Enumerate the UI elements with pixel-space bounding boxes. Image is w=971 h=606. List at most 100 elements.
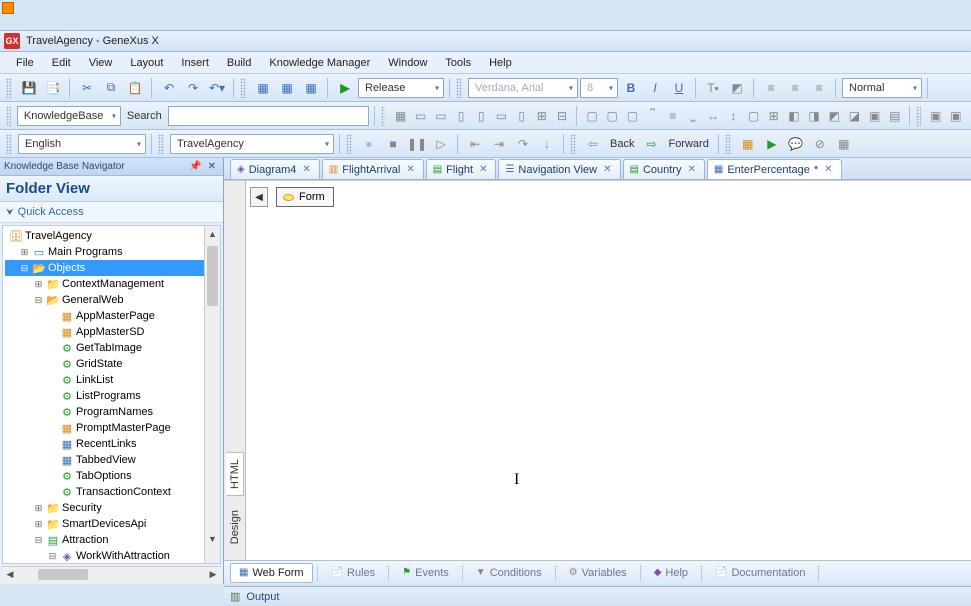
delete-col-icon[interactable]: ▯ [513, 105, 531, 127]
cut-button[interactable]: ✂ [76, 77, 98, 99]
tool-icon-1[interactable]: ▦ [737, 133, 759, 155]
layout-icon-2[interactable]: ◨ [805, 105, 823, 127]
font-family-combo[interactable]: Verdana, Arial [468, 78, 578, 98]
style-combo[interactable]: Normal [842, 78, 922, 98]
btab-documentation[interactable]: 📄Documentation [706, 563, 814, 583]
align-right-button[interactable]: ≡ [808, 77, 830, 99]
toolbar-grip[interactable] [381, 106, 386, 126]
close-icon[interactable]: ✕ [205, 161, 219, 172]
tab-country[interactable]: ▤ Country ✕ [623, 159, 705, 179]
align-center-button[interactable]: ≡ [784, 77, 806, 99]
stop-button[interactable]: ■ [382, 133, 404, 155]
menu-build[interactable]: Build [219, 54, 259, 72]
pin-icon[interactable]: 📌 [186, 161, 204, 172]
toolbar-grip[interactable] [725, 134, 731, 154]
build-button[interactable]: ▦ [252, 77, 274, 99]
tree-security[interactable]: ⊞📁Security [5, 500, 218, 516]
canvas-nav-left[interactable]: ◀ [250, 187, 268, 207]
layout-icon-3[interactable]: ◩ [825, 105, 843, 127]
copy-button[interactable]: ⧉ [100, 77, 122, 99]
nav-back-icon[interactable]: ⇦ [582, 133, 604, 155]
collapse-icon[interactable]: ⊟ [33, 535, 44, 546]
tree-item[interactable]: ▦AppMasterPage [5, 308, 218, 324]
search-input[interactable] [168, 106, 369, 126]
menu-file[interactable]: File [8, 54, 42, 72]
run-button[interactable]: ▶ [334, 77, 356, 99]
split-cells-icon[interactable]: ⊟ [553, 105, 571, 127]
toolbar-grip[interactable] [456, 78, 462, 98]
menu-layout[interactable]: Layout [122, 54, 171, 72]
record-button[interactable]: ● [358, 133, 380, 155]
tab-close-icon[interactable]: ✕ [300, 164, 312, 175]
menu-window[interactable]: Window [380, 54, 435, 72]
config-combo[interactable]: Release [358, 78, 444, 98]
tab-enter-percentage[interactable]: ▦ EnterPercentage* ✕ [707, 159, 842, 179]
font-size-combo[interactable]: 8 [580, 78, 618, 98]
save-button[interactable]: 💾 [18, 77, 40, 99]
knowledge-base-combo[interactable]: KnowledgeBase [17, 106, 121, 126]
indent-button[interactable]: ⇥ [488, 133, 510, 155]
tree-general-web[interactable]: ⊟📂GeneralWeb [5, 292, 218, 308]
tree-smart-devices[interactable]: ⊞📁SmartDevicesApi [5, 516, 218, 532]
delete-row-icon[interactable]: ▭ [492, 105, 510, 127]
hscroll-thumb[interactable] [38, 569, 88, 580]
tab-navigation-view[interactable]: ☰ Navigation View ✕ [498, 159, 620, 179]
nav-back-label[interactable]: Back [606, 138, 638, 150]
language-combo[interactable]: English [18, 134, 146, 154]
btab-help[interactable]: ◆Help [645, 563, 697, 583]
toolbar-grip[interactable] [6, 134, 12, 154]
tab-close-icon[interactable]: ✕ [685, 164, 697, 175]
rebuild-button[interactable]: ▦ [276, 77, 298, 99]
menu-insert[interactable]: Insert [173, 54, 217, 72]
expand-icon[interactable]: ⊞ [33, 279, 44, 290]
undo-dropdown[interactable]: ↶▾ [206, 77, 228, 99]
scroll-right-icon[interactable]: ▶ [205, 569, 221, 580]
grid-icon[interactable]: ⊞ [765, 105, 783, 127]
bold-button[interactable]: B [620, 77, 642, 99]
toolbar-grip[interactable] [346, 134, 352, 154]
expand-icon[interactable]: ⊞ [33, 519, 44, 530]
tree-work-with[interactable]: ⊟◈WorkWithAttraction [5, 548, 218, 564]
tab-close-icon[interactable]: ✕ [822, 164, 834, 175]
nav-forward-icon[interactable]: ⇨ [640, 133, 662, 155]
btab-conditions[interactable]: ▼Conditions [467, 563, 551, 583]
form-chip[interactable]: Form [276, 187, 334, 207]
tree-item[interactable]: ▦PromptMasterPage [5, 420, 218, 436]
menu-help[interactable]: Help [481, 54, 520, 72]
align-middle-icon[interactable]: ≡ [664, 105, 682, 127]
design-canvas[interactable]: ◀ Form I [246, 181, 971, 560]
window-layout-1-icon[interactable]: ▣ [927, 105, 945, 127]
align-bottom-icon[interactable]: ⎵ [684, 105, 702, 127]
distribute-h-icon[interactable]: ↔ [704, 105, 722, 127]
toolbar-grip[interactable] [240, 78, 246, 98]
merge-cells-icon[interactable]: ⊞ [533, 105, 551, 127]
tab-flight[interactable]: ▤ Flight ✕ [426, 159, 497, 179]
italic-button[interactable]: I [644, 77, 666, 99]
collapse-icon[interactable]: ⊟ [33, 295, 44, 306]
btab-rules[interactable]: 📄Rules [322, 563, 385, 583]
tab-close-icon[interactable]: ✕ [404, 164, 416, 175]
tree-vertical-scrollbar[interactable]: ▲ ▼ [204, 226, 220, 563]
tab-close-icon[interactable]: ✕ [477, 164, 489, 175]
tab-close-icon[interactable]: ✕ [601, 164, 613, 175]
border-icon[interactable]: ▢ [744, 105, 762, 127]
tree-horizontal-scrollbar[interactable]: ◀ ▶ [2, 566, 221, 582]
quick-access-toggle[interactable]: ⮟ Quick Access [0, 202, 223, 223]
underline-button[interactable]: U [668, 77, 690, 99]
step-button[interactable]: ▷ [430, 133, 452, 155]
collapse-icon[interactable]: ⊟ [47, 551, 58, 562]
tree-attraction[interactable]: ⊟▤Attraction [5, 532, 218, 548]
model-combo[interactable]: TravelAgency [170, 134, 334, 154]
build-run-button[interactable]: ▦ [300, 77, 322, 99]
table-icon[interactable]: ▦ [391, 105, 409, 127]
tree-item[interactable]: ⚙GetTabImage [5, 340, 218, 356]
layout-icon-5[interactable]: ▣ [866, 105, 884, 127]
layout-icon-6[interactable]: ▤ [886, 105, 904, 127]
save-all-button[interactable]: 📑 [42, 77, 64, 99]
toolbar-grip[interactable] [6, 106, 11, 126]
scroll-thumb[interactable] [207, 246, 218, 306]
tree-item[interactable]: ⚙GridState [5, 356, 218, 372]
tool-icon-3[interactable]: 💬 [785, 133, 807, 155]
pause-button[interactable]: ❚❚ [406, 133, 428, 155]
side-tab-design[interactable]: Design [227, 504, 243, 550]
